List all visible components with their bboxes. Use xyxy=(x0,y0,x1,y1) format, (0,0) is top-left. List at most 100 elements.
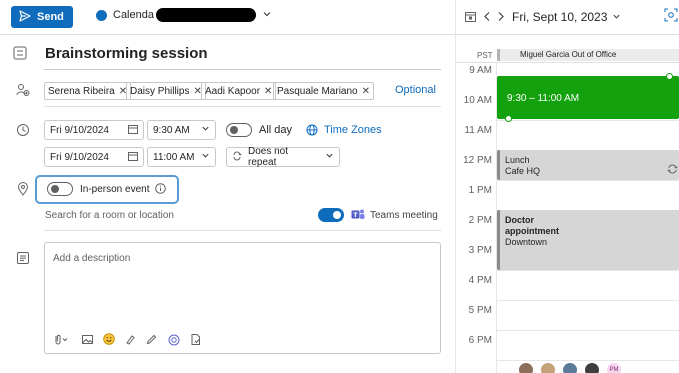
time-zones-link[interactable]: Time Zones xyxy=(324,124,382,136)
focus-icon[interactable] xyxy=(664,8,678,22)
hour-gridline xyxy=(497,180,679,181)
toolbar-divider xyxy=(0,34,455,35)
location-search-input[interactable]: Search for a room or location xyxy=(45,210,174,221)
all-day-event[interactable]: Miguel Garcia Out of Office xyxy=(497,49,679,61)
doctor-title-line1: Doctor xyxy=(505,215,534,225)
avatar-initials[interactable]: PM xyxy=(606,362,622,373)
lunch-title: Lunch xyxy=(505,155,530,165)
send-button[interactable]: Send xyxy=(11,6,73,28)
teams-meeting-toggle[interactable] xyxy=(318,208,344,222)
start-date-value: Fri 9/10/2024 xyxy=(50,124,109,136)
event-title-input[interactable]: Brainstorming session xyxy=(45,45,208,62)
end-date-picker[interactable]: Fri 9/10/2024 xyxy=(44,147,144,167)
hour-label: 1 PM xyxy=(468,185,492,196)
attendee-chip[interactable]: Aadi Kapoor ✕ xyxy=(201,82,277,100)
attendee-chip[interactable]: Pasquale Mariano ✕ xyxy=(273,82,374,100)
send-label: Send xyxy=(37,11,64,23)
hour-gridline xyxy=(497,360,679,361)
redaction-bar xyxy=(155,8,256,22)
lunch-location: Cafe HQ xyxy=(505,166,541,176)
in-person-toggle[interactable] xyxy=(47,182,73,196)
remove-icon[interactable]: ✕ xyxy=(264,86,272,97)
send-icon xyxy=(19,9,31,25)
avatar[interactable] xyxy=(518,362,534,373)
hour-label: 12 PM xyxy=(463,155,492,166)
calendar-header-divider xyxy=(456,34,679,35)
calendar-date-selector[interactable]: Fri, Sept 10, 2023 xyxy=(512,10,621,24)
start-date-picker[interactable]: Fri 9/10/2024 xyxy=(44,120,144,140)
calendar-icon xyxy=(128,124,138,137)
start-time-value: 9:30 AM xyxy=(153,124,190,136)
attendee-name: Pasquale Mariano xyxy=(277,85,358,97)
start-time-picker[interactable]: 9:30 AM xyxy=(147,120,216,140)
globe-icon xyxy=(306,124,318,136)
info-icon[interactable] xyxy=(155,183,166,194)
document-icon[interactable] xyxy=(190,334,201,345)
end-date-value: Fri 9/10/2024 xyxy=(50,151,109,163)
chevron-down-icon xyxy=(612,10,621,24)
repeat-dropdown[interactable]: Does not repeat xyxy=(226,146,340,168)
teams-meeting-label: Teams meeting xyxy=(370,210,438,221)
all-day-divider xyxy=(456,62,679,63)
chevron-down-icon xyxy=(262,9,272,22)
image-icon[interactable] xyxy=(82,334,93,345)
end-time-picker[interactable]: 11:00 AM xyxy=(147,147,216,167)
new-event-time: 9:30 – 11:00 AM xyxy=(507,93,580,104)
optional-attendees-link[interactable]: Optional xyxy=(395,84,436,96)
all-day-toggle[interactable] xyxy=(226,123,252,137)
pen-icon[interactable] xyxy=(146,334,157,345)
clock-icon xyxy=(16,123,30,137)
attendee-name: Serena Ribeira xyxy=(48,85,115,97)
attendee-chip[interactable]: Serena Ribeira ✕ xyxy=(44,82,132,100)
hour-gridline xyxy=(497,300,679,301)
recurring-icon xyxy=(667,164,678,174)
attach-icon[interactable] xyxy=(52,334,68,345)
teams-icon: T xyxy=(351,208,365,221)
today-icon[interactable] xyxy=(465,11,476,22)
resize-handle-top[interactable] xyxy=(666,73,673,80)
repeat-icon xyxy=(232,151,242,164)
hour-gridline xyxy=(497,330,679,331)
resize-handle-bottom[interactable] xyxy=(505,115,512,122)
avatar[interactable] xyxy=(584,362,600,373)
doctor-location: Downtown xyxy=(505,237,548,247)
title-underline xyxy=(44,69,441,70)
emoji-icon[interactable] xyxy=(103,333,115,345)
hour-gridline xyxy=(497,270,679,271)
highlighter-icon[interactable] xyxy=(125,334,136,345)
toggle-knob xyxy=(51,185,59,193)
toggle-knob xyxy=(333,211,341,219)
hour-label: 3 PM xyxy=(468,245,492,256)
in-person-label: In-person event xyxy=(80,184,150,195)
calendar-name: Calenda xyxy=(113,9,154,21)
loop-icon[interactable] xyxy=(168,334,180,346)
attendees-icon xyxy=(16,83,30,97)
chevron-left-icon[interactable] xyxy=(483,11,491,22)
attendee-chip[interactable]: Daisy Phillips ✕ xyxy=(126,82,206,100)
avatar[interactable] xyxy=(540,362,556,373)
remove-icon[interactable]: ✕ xyxy=(362,86,370,97)
calendar-selector[interactable]: Calenda xyxy=(96,8,272,22)
title-format-icon xyxy=(13,46,27,60)
all-day-label: All day xyxy=(259,124,293,136)
calendar-color-dot xyxy=(96,9,107,21)
all-day-event-title: Miguel Garcia Out of Office xyxy=(520,50,617,59)
calendar-date-label: Fri, Sept 10, 2023 xyxy=(512,10,608,24)
hour-gridline xyxy=(497,120,679,121)
end-time-value: 11:00 AM xyxy=(153,151,195,163)
repeat-value: Does not repeat xyxy=(248,146,289,168)
location-underline xyxy=(44,230,441,231)
doctor-title-line2: appointment xyxy=(505,226,559,236)
chevron-right-icon[interactable] xyxy=(497,11,505,22)
attendee-name: Daisy Phillips xyxy=(130,85,190,97)
hour-label: 11 AM xyxy=(464,125,492,136)
hour-label: 2 PM xyxy=(468,215,492,226)
chevron-down-icon xyxy=(325,151,334,163)
chevron-down-icon xyxy=(201,124,210,136)
avatar[interactable] xyxy=(562,362,578,373)
hour-label: 4 PM xyxy=(468,275,492,286)
calendar-icon xyxy=(128,151,138,164)
attendee-name: Aadi Kapoor xyxy=(205,85,261,97)
svg-text:T: T xyxy=(353,211,358,219)
timezone-label: PST xyxy=(477,51,493,60)
